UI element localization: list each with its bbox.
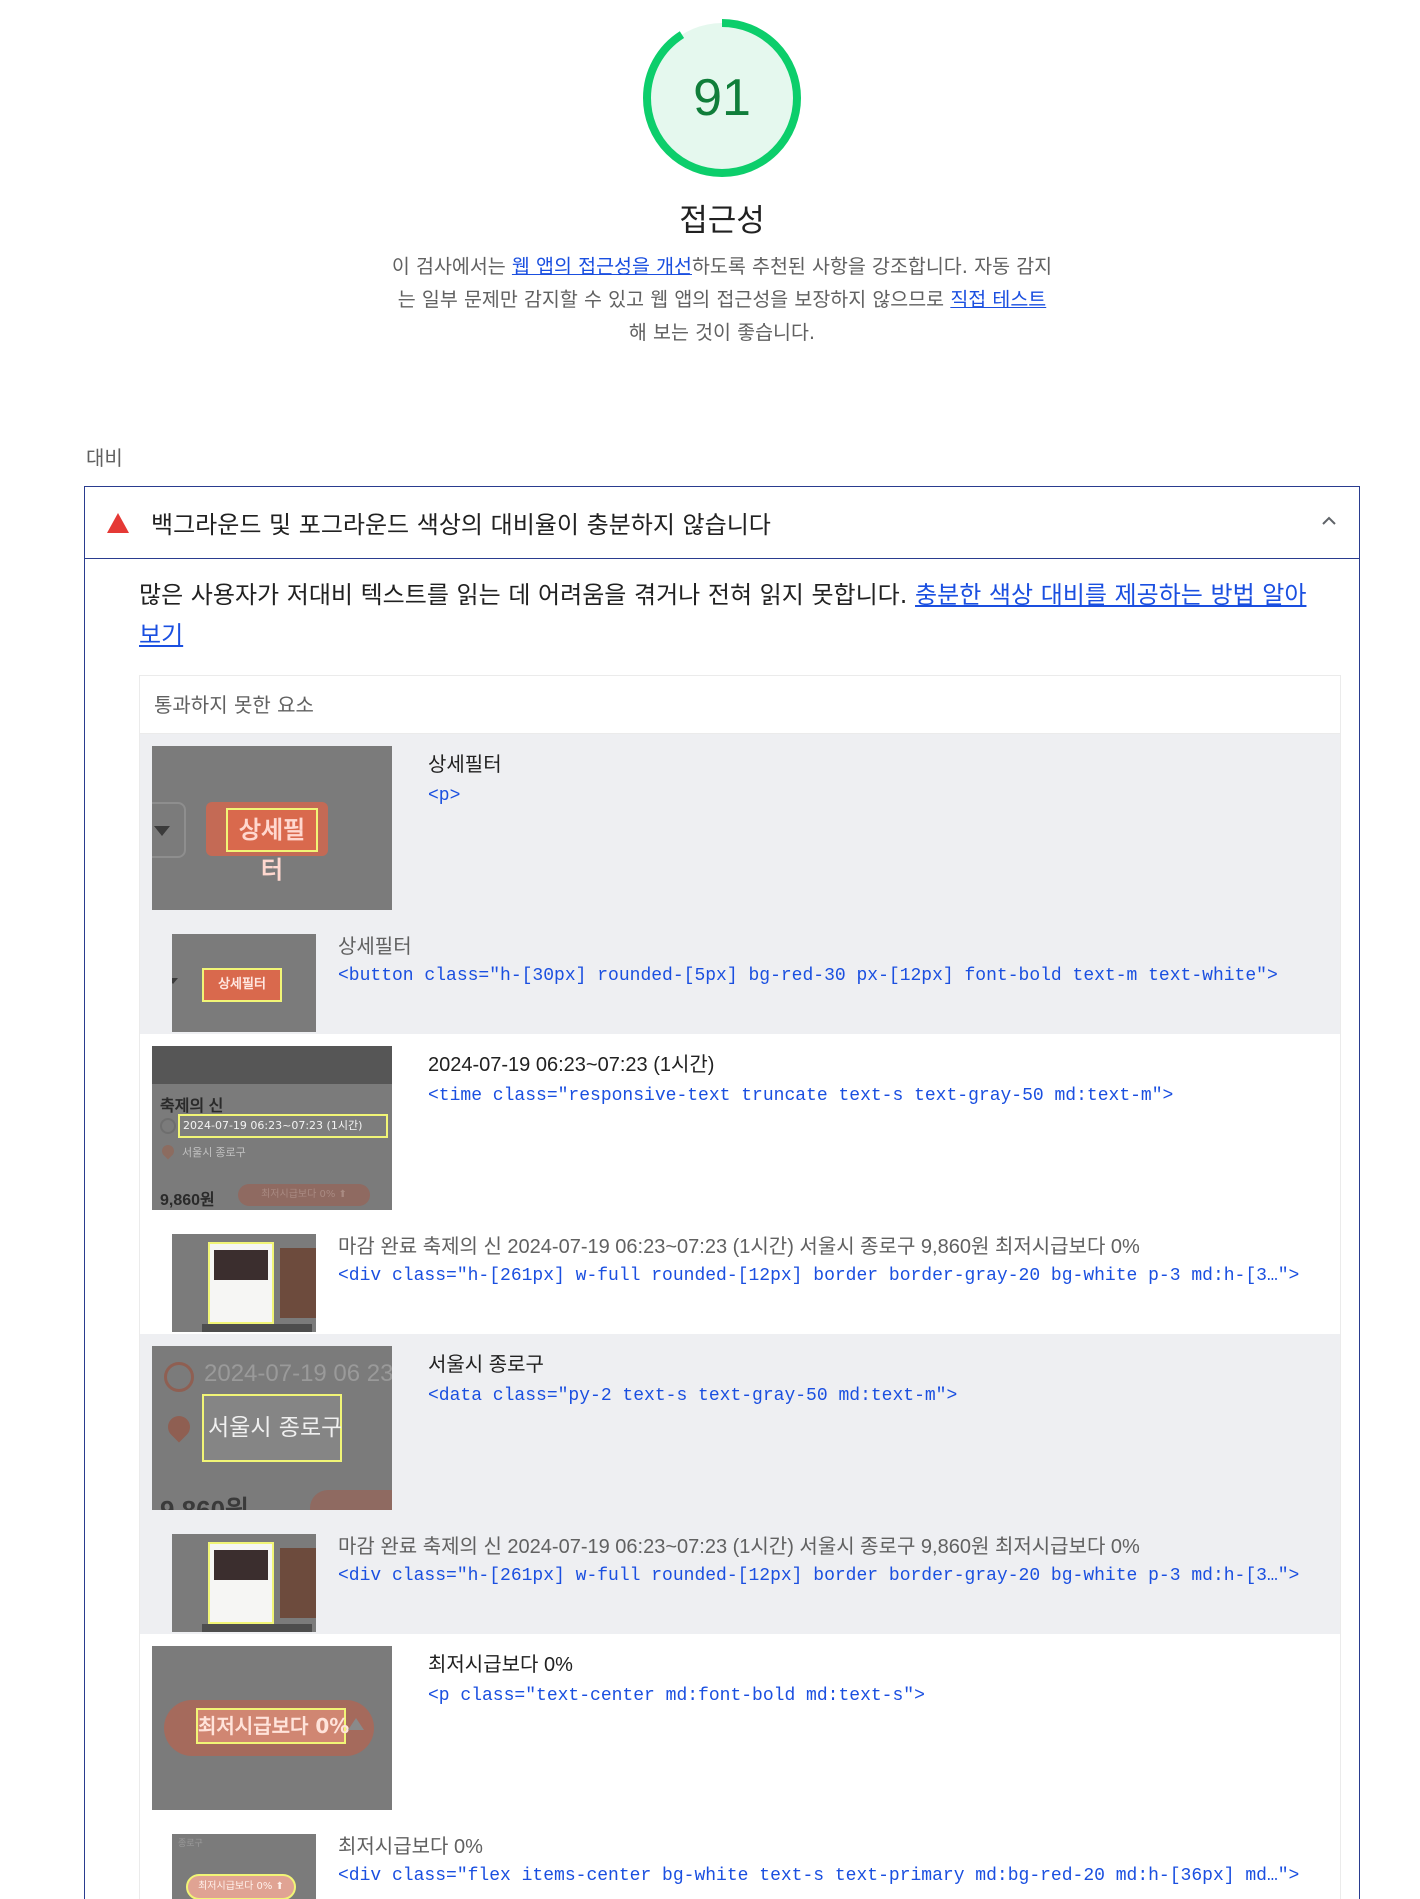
related-node-screenshot[interactable] [172, 1534, 316, 1632]
clock-icon [160, 1118, 176, 1134]
related-node-label: 상세필터 [338, 936, 412, 958]
thumb-badge: 최저시급보다 0% ⬆ [238, 1184, 370, 1206]
fail-triangle-icon [107, 512, 129, 533]
element-screenshot[interactable]: 2024-07-19 06 23 서울시 종로구 9,860원 [152, 1346, 392, 1510]
element-screenshot[interactable]: 상세필터 [152, 746, 392, 910]
related-node-label: 마감 완료 축제의 신 2024-07-19 06:23~07:23 (1시간)… [338, 1236, 1140, 1258]
related-node-label: 마감 완료 축제의 신 2024-07-19 06:23~07:23 (1시간)… [338, 1536, 1140, 1558]
audit-color-contrast: 백그라운드 및 포그라운드 색상의 대비율이 충분하지 않습니다 많은 사용자가… [84, 486, 1360, 1899]
table-row: 최저시급보다 0% 최저시급보다 0% <p class="text-cente… [140, 1634, 1340, 1899]
element-snippet: <data class="py-2 text-s text-gray-50 md… [428, 1386, 958, 1406]
thumb-highlight: 상세필터 [226, 808, 318, 884]
manual-testing-link[interactable]: 직접 테스트 [950, 288, 1046, 311]
table-row: 2024-07-19 06 23 서울시 종로구 9,860원 서울시 종로구 … [140, 1334, 1340, 1634]
thumb-place: 서울시 종로구 [182, 1147, 246, 1159]
failing-elements-table: 통과하지 못한 요소 상세필터 상세필터 <p> 상세필터 상세필터 <butt… [139, 675, 1341, 1899]
location-pin-icon [163, 1411, 195, 1443]
thumb-card-photo [214, 1550, 268, 1580]
element-screenshot[interactable]: 최저시급보다 0% [152, 1646, 392, 1810]
thumb-footer-band [202, 1624, 312, 1632]
thumb-highlight: 최저시급보다 0% [196, 1708, 349, 1744]
element-label: 최저시급보다 0% [428, 1654, 573, 1676]
improve-accessibility-link[interactable]: 웹 앱의 접근성을 개선 [512, 255, 692, 278]
thumb-highlight: 서울시 종로구 [202, 1394, 342, 1462]
category-desc-prefix: 이 검사에서는 [391, 255, 512, 278]
thumb-time: 2024-07-19 06 23 [204, 1360, 392, 1387]
category-title: 접근성 [679, 203, 765, 239]
thumb-next-card [280, 1548, 316, 1618]
element-label: 상세필터 [428, 754, 502, 776]
thumb-price: 9,860원 [160, 1495, 249, 1510]
element-snippet: <time class="responsive-text truncate te… [428, 1086, 1174, 1106]
audit-desc-text: 많은 사용자가 저대비 텍스트를 읽는 데 어려움을 겪거나 전혀 읽지 못합니… [139, 581, 916, 609]
thumb-next-card [280, 1248, 316, 1318]
group-label-contrast: 대비 [86, 446, 123, 470]
related-node-screenshot[interactable]: 종로구 최저시급보다 0% ⬆ [172, 1834, 316, 1899]
audit-description: 많은 사용자가 저대비 텍스트를 읽는 데 어려움을 겪거나 전혀 읽지 못합니… [139, 575, 1325, 655]
score-gauge: 91 [640, 16, 804, 180]
audit-title: 백그라운드 및 포그라운드 색상의 대비율이 충분하지 않습니다 [151, 511, 771, 539]
thumb-badge [310, 1490, 392, 1510]
table-header: 통과하지 못한 요소 [140, 676, 1340, 734]
related-node-snippet: <div class="h-[261px] w-full rounded-[12… [338, 1266, 1300, 1286]
element-snippet: <p> [428, 786, 461, 806]
thumb-card-photo [214, 1250, 268, 1280]
thumb-photo-band [152, 1046, 392, 1084]
thumb-highlight: 최저시급보다 0% ⬆ [186, 1874, 296, 1899]
element-screenshot[interactable]: 축제의 신 2024-07-19 06:23~07:23 (1시간) 서울시 종… [152, 1046, 392, 1210]
related-node-snippet: <button class="h-[30px] rounded-[5px] bg… [338, 966, 1278, 986]
thumb-footer-band [202, 1324, 312, 1332]
location-pin-icon [159, 1142, 177, 1160]
dropdown-arrow-icon [154, 826, 170, 836]
dropdown-arrow-icon [172, 978, 178, 984]
audit-body: 많은 사용자가 저대비 텍스트를 읽는 데 어려움을 겪거나 전혀 읽지 못합니… [85, 559, 1359, 1899]
related-node-screenshot[interactable]: 상세필터 [172, 934, 316, 1032]
thumb-price: 9,860원 [160, 1192, 215, 1209]
element-snippet: <p class="text-center md:font-bold md:te… [428, 1686, 925, 1706]
table-row: 축제의 신 2024-07-19 06:23~07:23 (1시간) 서울시 종… [140, 1034, 1340, 1334]
element-label: 서울시 종로구 [428, 1354, 544, 1376]
thumb-highlight: 상세필터 [202, 968, 282, 1002]
category-desc-suffix: 해 보는 것이 좋습니다. [628, 321, 816, 344]
audit-header[interactable]: 백그라운드 및 포그라운드 색상의 대비율이 충분하지 않습니다 [85, 487, 1359, 559]
related-node-snippet: <div class="flex items-center bg-white t… [338, 1866, 1300, 1886]
thumb-small-text: 종로구 [178, 1838, 203, 1848]
related-node-screenshot[interactable] [172, 1234, 316, 1332]
score-value: 91 [693, 69, 751, 127]
related-node-snippet: <div class="h-[261px] w-full rounded-[12… [338, 1566, 1300, 1586]
clock-icon [164, 1362, 194, 1392]
category-description: 이 검사에서는 웹 앱의 접근성을 개선하도록 추천된 사항을 강조합니다. 자… [390, 250, 1054, 349]
element-label: 2024-07-19 06:23~07:23 (1시간) [428, 1054, 715, 1076]
thumb-title: 축제의 신 [160, 1098, 224, 1115]
table-row: 상세필터 상세필터 <p> 상세필터 상세필터 <button class="h… [140, 734, 1340, 1034]
arrow-up-icon [348, 1718, 364, 1730]
chevron-up-icon[interactable] [1319, 511, 1339, 531]
thumb-highlight: 2024-07-19 06:23~07:23 (1시간) [178, 1114, 388, 1138]
related-node-label: 최저시급보다 0% [338, 1836, 483, 1858]
